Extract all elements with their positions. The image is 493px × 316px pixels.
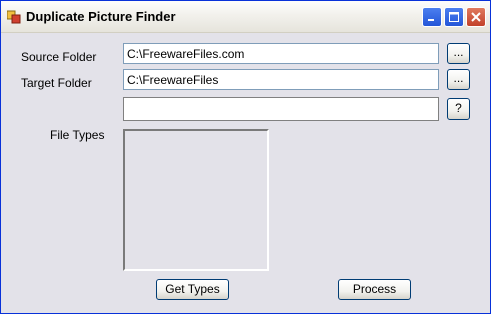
process-button[interactable]: Process: [338, 279, 411, 300]
source-folder-label: Source Folder: [21, 50, 97, 64]
file-types-label: File Types: [50, 128, 105, 142]
file-types-list[interactable]: [123, 129, 269, 271]
close-icon: [471, 12, 481, 22]
close-button[interactable]: [466, 7, 486, 27]
form-client-area: Source Folder C:\FreewareFiles.com ... T…: [1, 33, 490, 313]
window-title: Duplicate Picture Finder: [26, 9, 176, 24]
maximize-icon: [449, 12, 459, 22]
target-folder-input[interactable]: C:\FreewareFiles: [123, 69, 439, 90]
help-button[interactable]: ?: [447, 98, 470, 120]
browse-source-button[interactable]: ...: [447, 43, 470, 64]
output-input[interactable]: [123, 97, 439, 121]
source-folder-input[interactable]: C:\FreewareFiles.com: [123, 43, 439, 64]
minimize-button[interactable]: [422, 7, 442, 27]
main-window: Duplicate Picture Finder Source Folder C…: [0, 0, 491, 314]
minimize-icon: [428, 19, 434, 21]
get-types-button[interactable]: Get Types: [156, 279, 229, 300]
maximize-button[interactable]: [444, 7, 464, 27]
target-folder-label: Target Folder: [21, 76, 92, 90]
app-icon: [7, 10, 21, 24]
title-bar[interactable]: Duplicate Picture Finder: [1, 1, 490, 33]
browse-target-button[interactable]: ...: [447, 69, 470, 90]
